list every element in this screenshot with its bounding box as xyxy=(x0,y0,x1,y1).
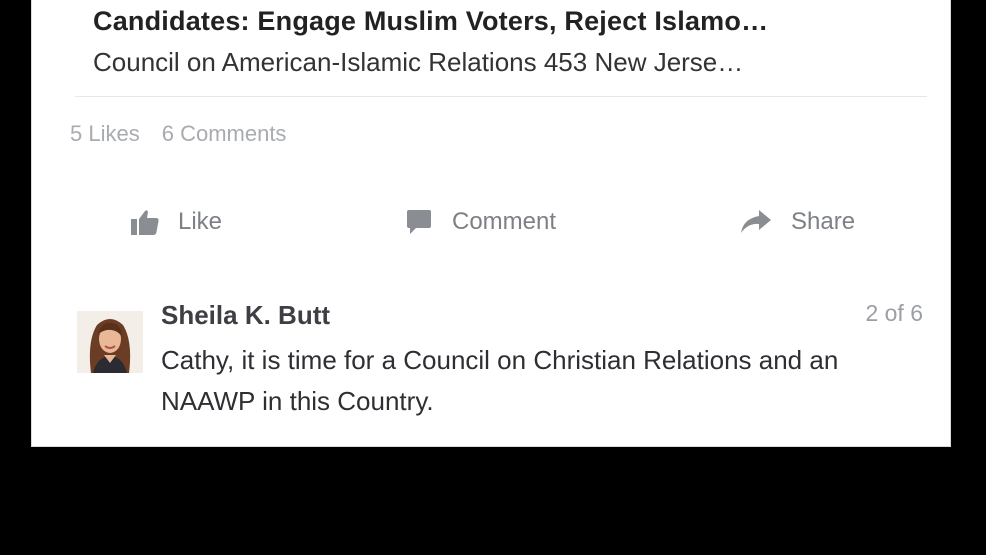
divider xyxy=(75,96,927,97)
comment-label: Comment xyxy=(452,208,557,235)
share-label: Share xyxy=(791,208,856,235)
post-card: Candidates: Engage Muslim Voters, Reject… xyxy=(31,0,951,447)
like-label: Like xyxy=(178,208,223,235)
speech-bubble-icon xyxy=(407,210,431,234)
thumbs-up-icon xyxy=(131,210,159,235)
comment-text: Cathy, it is time for a Council on Chris… xyxy=(161,345,839,416)
share-button[interactable]: Share xyxy=(739,200,855,244)
comment-counter: 2 of 6 xyxy=(865,300,923,326)
share-arrow-icon xyxy=(741,210,771,233)
comment-button[interactable]: Comment xyxy=(404,200,556,244)
link-preview-title[interactable]: Candidates: Engage Muslim Voters, Reject… xyxy=(93,6,768,37)
link-preview-source[interactable]: Council on American-Islamic Relations 45… xyxy=(93,47,743,78)
comments-count[interactable]: 6 Comments xyxy=(162,121,287,146)
post-stats: 5 Likes 6 Comments xyxy=(70,121,286,147)
avatar[interactable] xyxy=(77,311,143,373)
likes-count[interactable]: 5 Likes xyxy=(70,121,140,146)
comment-author[interactable]: Sheila K. Butt xyxy=(161,300,330,331)
like-button[interactable]: Like xyxy=(130,200,222,244)
